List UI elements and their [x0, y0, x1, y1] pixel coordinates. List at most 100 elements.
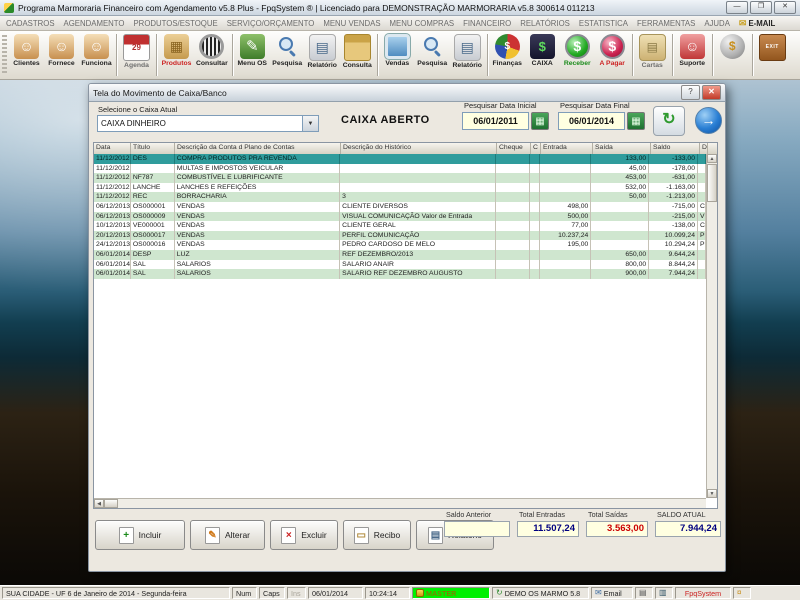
toolbar-relat-rio[interactable]: ▤ Relatório [450, 32, 485, 78]
chevron-down-icon[interactable]: ▼ [302, 116, 318, 131]
table-row[interactable]: 11/12/2012 LANCHE LANCHES E REFEIÇÕES 532,0… [94, 182, 706, 193]
date-end-field[interactable]: 06/01/2014 [558, 112, 625, 130]
close-button[interactable]: ✕ [774, 1, 796, 14]
alterar-button[interactable]: ✎ Alterar [190, 520, 265, 550]
toolbar-separator [711, 34, 713, 76]
calendar-icon[interactable]: ▦ [531, 112, 549, 130]
toolbar-vendas[interactable]: Vendas [380, 32, 415, 78]
horizontal-scroll-thumb[interactable] [104, 499, 118, 508]
toolbar-a-pagar[interactable]: $ A Pagar [595, 32, 630, 78]
column-header-entrada[interactable]: Entrada [541, 143, 593, 154]
minimize-button[interactable]: — [726, 1, 748, 14]
help-button[interactable]: ? [681, 85, 700, 100]
email-icon: ✉ [738, 17, 747, 28]
excluir-button[interactable]: × Excluir [270, 520, 338, 550]
toolbar-receber[interactable]: $ Receber [560, 32, 595, 78]
restore-button[interactable]: ❐ [750, 1, 772, 14]
column-header-t-tulo[interactable]: Título [131, 143, 175, 154]
column-header-cheque[interactable]: Cheque [497, 143, 531, 154]
horizontal-scrollbar[interactable]: ◀ [94, 498, 706, 508]
vertical-scrollbar[interactable]: ▲ ▼ [706, 154, 717, 498]
toolbar-finan-as[interactable]: $ Finanças [490, 32, 525, 78]
menu-relat-rios[interactable]: RELATÓRIOS [520, 19, 570, 28]
column-header-descri-o-da-conta-d-plano-de-contas[interactable]: Descrição da Conta d Plano de Contas [175, 143, 341, 154]
cell-c [530, 182, 540, 193]
toolbar-pesquisa[interactable]: Pesquisa [415, 32, 450, 78]
column-header-d[interactable]: D [700, 143, 708, 154]
table-row[interactable]: 06/01/2014 SAL SALARIOS SALARIO REF DEZEMBR… [94, 269, 706, 279]
table-row[interactable]: 11/12/2012 DES COMPRA PRODUTOS PRA REVENDA… [94, 154, 706, 164]
toolbar-clientes[interactable]: ☺ Clientes [9, 32, 44, 78]
caixa-select[interactable]: CAIXA DINHEIRO ▼ [97, 115, 319, 132]
menu-ferramentas[interactable]: FERRAMENTAS [637, 19, 695, 28]
refresh-icon[interactable]: ↻ [653, 106, 685, 136]
toolbar-label: Pesquisa [417, 60, 448, 67]
toolbar-agenda[interactable]: 29 Agenda [119, 32, 154, 78]
menu-produtos-estoque[interactable]: PRODUTOS/ESTOQUE [133, 19, 217, 28]
table-row[interactable]: 11/12/2012 NF787 COMBUSTÍVEL E LUBRIFICANT… [94, 173, 706, 183]
toolbar-label: Suporte [679, 60, 706, 67]
table-row[interactable]: 10/12/2013 VE000001 VENDAS CLIENTE GERAL 77,… [94, 221, 706, 231]
cell-c [530, 163, 540, 174]
receipt-icon: ▭ [353, 526, 369, 544]
toolbar-consulta[interactable]: Consulta [340, 32, 375, 78]
scroll-left-icon[interactable]: ◀ [94, 499, 104, 508]
menu-cadastros[interactable]: CADASTROS [6, 19, 55, 28]
table-row[interactable]: 11/12/2012 REC BORRACHARIA 3 50,00 -1.213,00 [94, 192, 706, 202]
folder-icon [343, 34, 371, 61]
toolbar-coin-icon[interactable]: $ [715, 32, 750, 78]
menu-menu-compras[interactable]: MENU COMPRAS [390, 19, 455, 28]
vertical-scroll-thumb[interactable] [707, 164, 717, 202]
menu-menu-vendas[interactable]: MENU VENDAS [323, 19, 380, 28]
column-header-c[interactable]: C [531, 143, 541, 154]
cell-saldo: 10.099,24 [649, 230, 698, 241]
toolbar-funciona[interactable]: ☺ Funciona [79, 32, 114, 78]
column-header-sa-da[interactable]: Saída [593, 143, 651, 154]
cell-cheque [496, 240, 530, 250]
calendar-icon[interactable]: ▦ [627, 112, 645, 130]
toolbar-exit-icon[interactable]: EXIT [755, 32, 790, 78]
table-row[interactable]: 06/01/2014 SAL SALARIOS SALARIO ANAIR 800,00… [94, 259, 706, 270]
date-start-field[interactable]: 06/01/2011 [462, 112, 529, 130]
table-row[interactable]: 24/12/2013 OS000016 VENDAS PEDRO CARDOSO DE… [94, 240, 706, 250]
scroll-down-icon[interactable]: ▼ [707, 489, 717, 498]
menu-agendamento[interactable]: AGENDAMENTO [64, 19, 125, 28]
toolbar-consultar[interactable]: Consultar [194, 32, 230, 78]
column-header-data[interactable]: Data [94, 143, 131, 154]
column-header-saldo[interactable]: Saldo [651, 143, 700, 154]
menu-estatistica[interactable]: ESTATISTICA [579, 19, 628, 28]
recibo-button[interactable]: ▭ Recibo [343, 520, 411, 550]
close-dialog-button[interactable]: ✕ [702, 85, 721, 100]
cell-d: PE [700, 230, 706, 241]
toolbar-produtos[interactable]: ▦ Produtos [159, 32, 194, 78]
dialog-titlebar[interactable]: Tela do Movimento de Caixa/Banco ? ✕ [89, 84, 725, 102]
table-row[interactable]: 06/12/2013 OS000001 VENDAS CLIENTE DIVERSOS… [94, 201, 706, 212]
table-row[interactable]: 06/12/2013 OS000009 VENDAS VISUAL COMUNICAÇ… [94, 211, 706, 222]
menu-financeiro[interactable]: FINANCEIRO [463, 19, 511, 28]
toolbar-caixa[interactable]: $ CAIXA [525, 32, 560, 78]
incluir-button[interactable]: + Incluir [95, 520, 185, 550]
toolbar-label: Consulta [342, 62, 372, 69]
statusbar: SUA CIDADE - UF 6 de Janeiro de 2014 - S… [0, 585, 800, 600]
toolbar-suporte[interactable]: ☺ Suporte [675, 32, 710, 78]
cell-entrada [540, 173, 592, 183]
cell-t-tulo: SAL [131, 269, 175, 279]
cell-saldo: -1.163,00 [649, 182, 698, 193]
toolbar-relat-rio[interactable]: ▤ Relatório [305, 32, 340, 78]
table-row[interactable]: 11/12/2012 MULTAS E IMPOSTOS VEICULAR 45,0… [94, 163, 706, 174]
toolbar-cartas[interactable]: ▤ Cartas [635, 32, 670, 78]
status-text: Email [603, 588, 622, 598]
toolbar-menu-os[interactable]: ✎ Menu OS [235, 32, 270, 78]
menu-ajuda[interactable]: AJUDA [704, 19, 730, 28]
toolbar-pesquisa[interactable]: Pesquisa [270, 32, 305, 78]
caixa-select-label: Selecione o Caixa Atual [98, 105, 178, 114]
scroll-up-icon[interactable]: ▲ [707, 154, 717, 163]
toolbar-fornece[interactable]: ☺ Fornece [44, 32, 79, 78]
table-row[interactable]: 20/12/2013 OS000017 VENDAS PERFIL COMUNICAÇ… [94, 230, 706, 241]
go-arrow-icon[interactable]: → [695, 107, 722, 134]
cell-sa-da: 50,00 [591, 192, 650, 202]
menu-email[interactable]: ✉ E-MAIL [738, 17, 775, 28]
table-row[interactable]: 06/01/2014 DESP LUZ REF DEZEMBRO/2013 650,00… [94, 249, 706, 260]
column-header-descri-o-do-hist-rico[interactable]: Descrição do Histórico [341, 143, 497, 154]
menu-servi-o-or-amento[interactable]: SERVIÇO/ORÇAMENTO [227, 19, 315, 28]
